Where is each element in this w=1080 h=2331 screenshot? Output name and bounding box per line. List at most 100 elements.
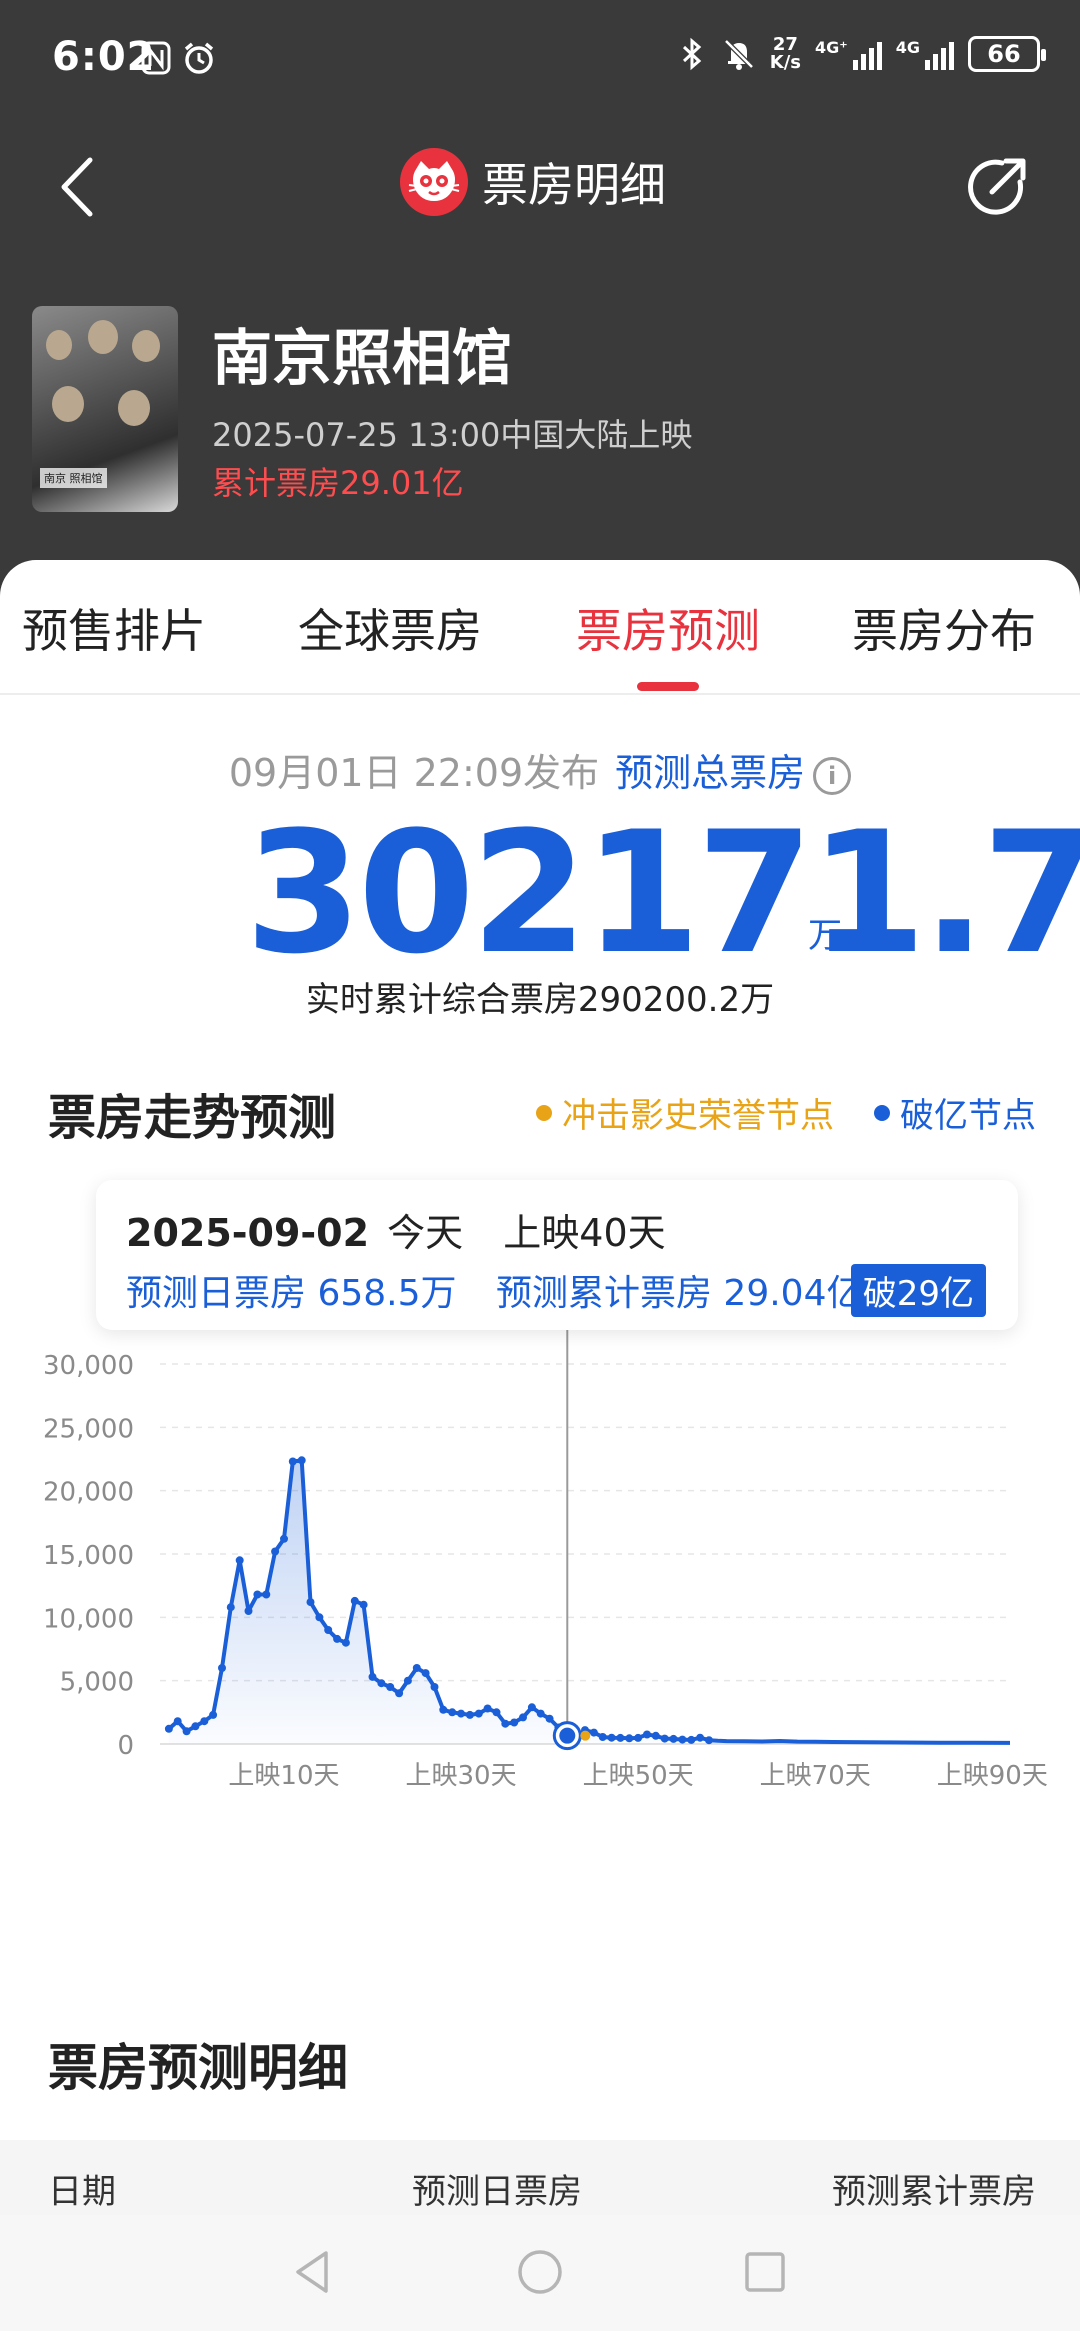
data-point [589,1728,598,1737]
circle-home-icon [518,2250,562,2294]
tab-forecast[interactable]: 票房预测 [576,595,760,661]
movie-poster[interactable]: 南京 照相馆 [32,306,178,512]
share-button[interactable] [962,152,1032,222]
data-point [501,1719,510,1728]
poster-figure [88,320,118,354]
y-tick-label: 25,000 [43,1414,134,1444]
battery-icon: 66 [968,36,1046,72]
data-point [696,1733,705,1742]
data-point [164,1724,173,1733]
tooltip-values: 预测日票房 658.5万 预测累计票房 29.04亿 [126,1264,862,1316]
nav-home-button[interactable] [515,2247,565,2297]
data-point [660,1734,669,1743]
chevron-left-icon [61,157,93,217]
alarm-icon [182,40,216,76]
bluetooth-icon [676,36,708,72]
data-point [271,1547,280,1556]
data-point [386,1683,395,1691]
tab-bar: 预售排片 全球票房 票房预测 票房分布 [0,575,1080,695]
data-point [607,1733,616,1742]
honor-node-marker [580,1730,591,1741]
data-point [403,1676,412,1685]
data-point [341,1638,350,1647]
triangle-back-icon [296,2251,328,2293]
status-right-icons: 27 K/s 4G⁺ 4G 66 [676,36,1046,73]
data-point [333,1634,342,1643]
data-point [200,1717,209,1726]
signal-1-label: 4G⁺ [815,38,848,57]
tooltip-today: 今天 [387,1211,464,1255]
back-button[interactable] [50,152,110,222]
publish-row: 09月01日 22:09发布 预测总票房 i [0,742,1080,797]
x-axis-ticks: 上映10天 上映30天 上映50天 上映70天 上映90天 [228,1761,1047,1791]
data-point [545,1714,554,1723]
tab-distribution[interactable]: 票房分布 [852,595,1036,661]
data-point [651,1731,660,1740]
square-recents-icon [745,2252,785,2292]
data-point [669,1734,678,1743]
data-point [536,1709,545,1718]
tab-divider [0,693,1080,695]
data-point [359,1600,368,1609]
app-screen: 6:02 27 K/s 4G⁺ 4G 66 票房明细 南京 照相馆 南京照相馆 … [0,0,1080,2331]
poster-title: 南京 照相馆 [40,468,107,488]
poster-figure [52,386,84,422]
data-point [598,1733,607,1741]
data-point [253,1590,262,1599]
legend-item-honor: 冲击影史荣誉节点 [536,1088,834,1137]
column-date[interactable]: 日期 [48,2164,116,2213]
nav-back-button[interactable] [288,2247,338,2297]
data-point [519,1713,527,1722]
data-point [678,1735,687,1744]
x-tick-label: 上映50天 [583,1761,694,1791]
forecast-total-unit: 万 [808,916,842,956]
data-point [634,1733,643,1742]
status-left-icons [140,40,216,76]
data-point [412,1664,421,1672]
data-point [474,1709,483,1718]
x-tick-label: 上映90天 [937,1761,1048,1791]
selected-point [559,1727,576,1744]
poster-figure [132,330,160,362]
data-point [465,1710,474,1719]
data-point [235,1556,244,1565]
column-daily-forecast[interactable]: 预测日票房 [412,2164,582,2213]
realtime-cumulative: 实时累计综合票房290200.2万 [305,980,775,1020]
column-cumulative-forecast[interactable]: 预测累计票房 [832,2164,1036,2213]
header-center: 票房明细 [400,148,666,216]
data-point [288,1457,297,1466]
x-tick-label: 上映10天 [228,1761,339,1791]
tooltip-header: 2025-09-02 今天 上映40天 [126,1202,666,1257]
publish-time: 09月01日 22:09发布 [228,751,600,795]
data-point [687,1735,696,1744]
data-point [625,1734,634,1743]
chart-tooltip: 2025-09-02 今天 上映40天 预测日票房 658.5万 预测累计票房 … [96,1180,1018,1330]
data-point [439,1705,448,1714]
nav-recents-button[interactable] [740,2247,790,2297]
share-icon [968,158,1026,215]
poster-figure [118,390,150,426]
data-point [315,1613,324,1622]
legend-dot-honor [536,1104,552,1121]
tooltip-badge: 破29亿 [850,1264,986,1317]
data-point [430,1683,439,1691]
trend-chart[interactable]: 30,000 25,000 20,000 15,000 10,000 5,000 0 上映1… [0,1320,1080,1820]
tab-global[interactable]: 全球票房 [298,595,482,661]
forecast-total-value: 302171.7 [245,795,1080,991]
net-speed-unit: K/s [769,52,802,73]
legend-label-billion: 破亿节点 [900,1096,1036,1136]
info-icon[interactable]: i [813,756,852,795]
data-point [218,1664,226,1672]
forecast-total-label: 预测总票房 [615,751,806,795]
tab-presale[interactable]: 预售排片 [22,595,206,661]
status-bar: 6:02 27 K/s 4G⁺ 4G 66 [0,0,1080,120]
data-point [705,1736,713,1745]
data-point [324,1626,333,1634]
movie-cumulative-box-office: 累计票房29.01亿 [212,464,464,502]
nfc-icon [140,40,172,76]
tab-active-indicator [637,682,699,691]
data-point [457,1709,465,1718]
data-point [483,1704,492,1713]
data-point [368,1672,377,1681]
app-header: 票房明细 [0,130,1080,240]
